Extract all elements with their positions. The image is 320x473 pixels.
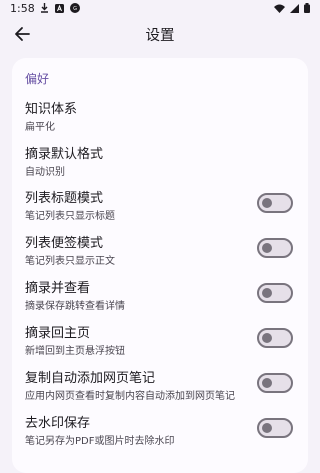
setting-title: 列表标题模式 — [25, 191, 104, 206]
setting-subtitle: 应用内网页查看时复制内容自动添加到网页笔记 — [25, 391, 235, 402]
preferences-card: 偏好 知识体系 扁平化 摘录默认格式 自动识别 列表标题模式 笔记列表只显示标题… — [12, 58, 308, 473]
notification-icon: G — [70, 3, 80, 13]
switch-thumb — [262, 423, 272, 433]
setting-subtitle: 笔记另存为PDF或图片时去除水印 — [25, 436, 175, 447]
setting-subtitle: 笔记列表只显示正文 — [25, 256, 115, 267]
setting-title: 列表便签模式 — [25, 236, 104, 251]
setting-subtitle: 自动识别 — [25, 167, 65, 178]
setting-excerpt-and-view: 摘录并查看 摘录保存跳转查看详情 — [12, 277, 308, 317]
status-time: 1:58 — [10, 2, 35, 15]
section-title: 偏好 — [25, 72, 50, 86]
a-icon — [55, 3, 64, 13]
setting-list-note-mode: 列表便签模式 笔记列表只显示正文 — [12, 232, 308, 272]
setting-title: 知识体系 — [25, 102, 78, 117]
setting-title: 摘录并查看 — [25, 281, 91, 296]
save-without-watermark-switch[interactable] — [257, 418, 293, 438]
setting-excerpt-back-home: 摘录回主页 新增回到主页悬浮按钮 — [12, 322, 308, 362]
status-left-icons: G — [40, 3, 80, 13]
download-icon — [41, 3, 48, 13]
copy-auto-add-web-note-switch[interactable] — [257, 373, 293, 393]
excerpt-and-view-switch[interactable] — [257, 283, 293, 303]
app-bar: 设置 — [0, 18, 320, 50]
setting-title: 摘录回主页 — [25, 326, 91, 341]
status-bar: 1:58 G — [0, 0, 320, 18]
setting-list-title-mode: 列表标题模式 笔记列表只显示标题 — [12, 187, 308, 227]
setting-subtitle: 摘录保存跳转查看详情 — [25, 301, 125, 312]
switch-thumb — [262, 333, 272, 343]
setting-save-without-watermark: 去水印保存 笔记另存为PDF或图片时去除水印 — [12, 412, 308, 452]
status-right-icons — [274, 3, 310, 13]
switch-thumb — [262, 378, 272, 388]
excerpt-back-home-switch[interactable] — [257, 328, 293, 348]
setting-subtitle: 新增回到主页悬浮按钮 — [25, 346, 125, 357]
switch-thumb — [262, 243, 272, 253]
setting-title: 摘录默认格式 — [25, 147, 104, 162]
setting-knowledge-system[interactable]: 知识体系 扁平化 — [12, 98, 308, 138]
setting-title: 复制自动添加网页笔记 — [25, 371, 156, 386]
setting-subtitle: 扁平化 — [25, 122, 55, 133]
switch-thumb — [262, 288, 272, 298]
switch-thumb — [262, 198, 272, 208]
svg-text:G: G — [73, 6, 77, 12]
list-note-mode-switch[interactable] — [257, 238, 293, 258]
list-title-mode-switch[interactable] — [257, 193, 293, 213]
wifi-icon — [274, 4, 285, 13]
setting-subtitle: 笔记列表只显示标题 — [25, 211, 115, 222]
signal-icon — [290, 3, 299, 13]
setting-excerpt-default-format[interactable]: 摘录默认格式 自动识别 — [12, 143, 308, 183]
setting-copy-auto-add-web-note: 复制自动添加网页笔记 应用内网页查看时复制内容自动添加到网页笔记 — [12, 367, 308, 407]
page-title: 设置 — [145, 28, 175, 44]
battery-icon — [304, 3, 310, 13]
setting-title: 去水印保存 — [25, 416, 91, 431]
